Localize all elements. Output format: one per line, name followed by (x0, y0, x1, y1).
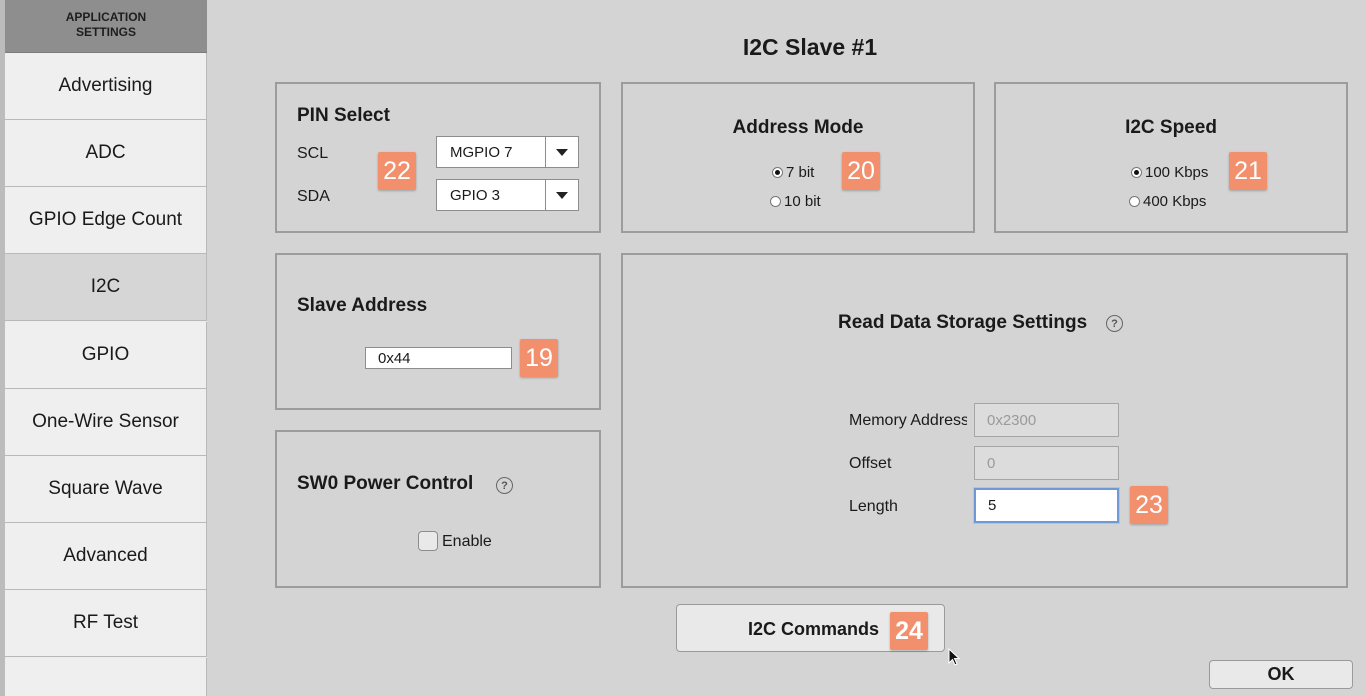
annotation-badge-24: 24 (890, 612, 928, 650)
page-title: I2C Slave #1 (742, 34, 878, 60)
annotation-badge-19: 19 (520, 339, 558, 377)
radio-100-kbps-label: 100 Kbps (1145, 164, 1209, 181)
pin-select-panel: PIN Select SCL SDA 22 MGPIO 7 GPIO 3 (275, 82, 601, 233)
enable-checkbox[interactable] (418, 531, 438, 551)
sidebar-item-adc[interactable]: ADC (5, 120, 207, 187)
annotation-badge-21: 21 (1229, 152, 1267, 190)
help-icon[interactable]: ? (1106, 315, 1123, 332)
memory-address-label: Memory Address (849, 412, 967, 429)
read-data-storage-title: Read Data Storage Settings (838, 312, 1088, 333)
address-mode-title: Address Mode (732, 117, 864, 138)
sidebar-item-gpio[interactable]: GPIO (5, 322, 207, 389)
memory-address-input: 0x2300 (974, 403, 1119, 437)
sidebar: APPLICATION SETTINGS Advertising ADC GPIO… (0, 0, 207, 696)
sidebar-item-i2c[interactable]: I2C (5, 254, 207, 321)
sda-select-value: GPIO 3 (450, 187, 501, 204)
sidebar-item-gpio-edge-count[interactable]: GPIO Edge Count (5, 187, 207, 254)
slave-address-title: Slave Address (297, 295, 428, 316)
length-label: Length (849, 498, 898, 515)
sidebar-item-rf-test[interactable]: RF Test (5, 590, 207, 657)
offset-input: 0 (974, 446, 1119, 480)
radio-400-kbps[interactable]: 400 Kbps (1129, 193, 1206, 210)
sidebar-item-one-wire-sensor[interactable]: One-Wire Sensor (5, 389, 207, 456)
radio-button-selected[interactable] (1131, 167, 1142, 178)
chevron-down-icon[interactable] (545, 137, 578, 167)
i2c-speed-title: I2C Speed (1125, 117, 1217, 138)
sidebar-empty-area (5, 658, 207, 696)
sda-select[interactable]: GPIO 3 (436, 179, 579, 211)
annotation-badge-22: 22 (378, 152, 416, 190)
address-mode-panel: Address Mode 7 bit 10 bit 20 (621, 82, 975, 233)
sidebar-item-advanced[interactable]: Advanced (5, 523, 207, 590)
help-icon[interactable]: ? (496, 477, 513, 494)
scl-label: SCL (297, 145, 329, 162)
chevron-down-icon[interactable] (545, 180, 578, 210)
pin-select-title: PIN Select (297, 105, 390, 126)
offset-label: Offset (849, 455, 892, 472)
sw0-power-title: SW0 Power Control (297, 473, 474, 494)
radio-button[interactable] (1129, 196, 1140, 207)
radio-10-bit-label: 10 bit (784, 193, 821, 210)
radio-button-selected[interactable] (772, 167, 783, 178)
annotation-badge-20: 20 (842, 152, 880, 190)
mouse-cursor-icon (948, 648, 960, 666)
radio-400-kbps-label: 400 Kbps (1143, 193, 1207, 210)
sidebar-item-advertising[interactable]: Advertising (5, 53, 207, 120)
radio-7-bit[interactable]: 7 bit (772, 164, 814, 181)
radio-button[interactable] (770, 196, 781, 207)
slave-address-input[interactable]: 0x44 (365, 347, 512, 369)
slave-address-panel: Slave Address 0x44 19 (275, 253, 601, 410)
i2c-commands-label: I2C Commands (748, 619, 880, 639)
radio-100-kbps[interactable]: 100 Kbps (1131, 164, 1208, 181)
scl-select[interactable]: MGPIO 7 (436, 136, 579, 168)
radio-10-bit[interactable]: 10 bit (770, 193, 821, 210)
radio-7-bit-label: 7 bit (786, 164, 815, 181)
sw0-power-panel: SW0 Power Control ? Enable (275, 430, 601, 588)
ok-button[interactable]: OK (1209, 660, 1353, 689)
annotation-badge-23: 23 (1130, 486, 1168, 524)
enable-label: Enable (442, 533, 492, 550)
scl-select-value: MGPIO 7 (450, 144, 513, 161)
sidebar-item-square-wave[interactable]: Square Wave (5, 456, 207, 523)
sidebar-header: APPLICATION SETTINGS (5, 0, 207, 53)
length-input[interactable]: 5 (974, 488, 1119, 523)
sda-label: SDA (297, 188, 330, 205)
i2c-speed-panel: I2C Speed 100 Kbps 400 Kbps 21 (994, 82, 1348, 233)
read-data-storage-panel: Read Data Storage Settings ? Memory Addr… (621, 253, 1348, 588)
i2c-commands-button[interactable]: I2C Commands 24 (676, 604, 945, 652)
